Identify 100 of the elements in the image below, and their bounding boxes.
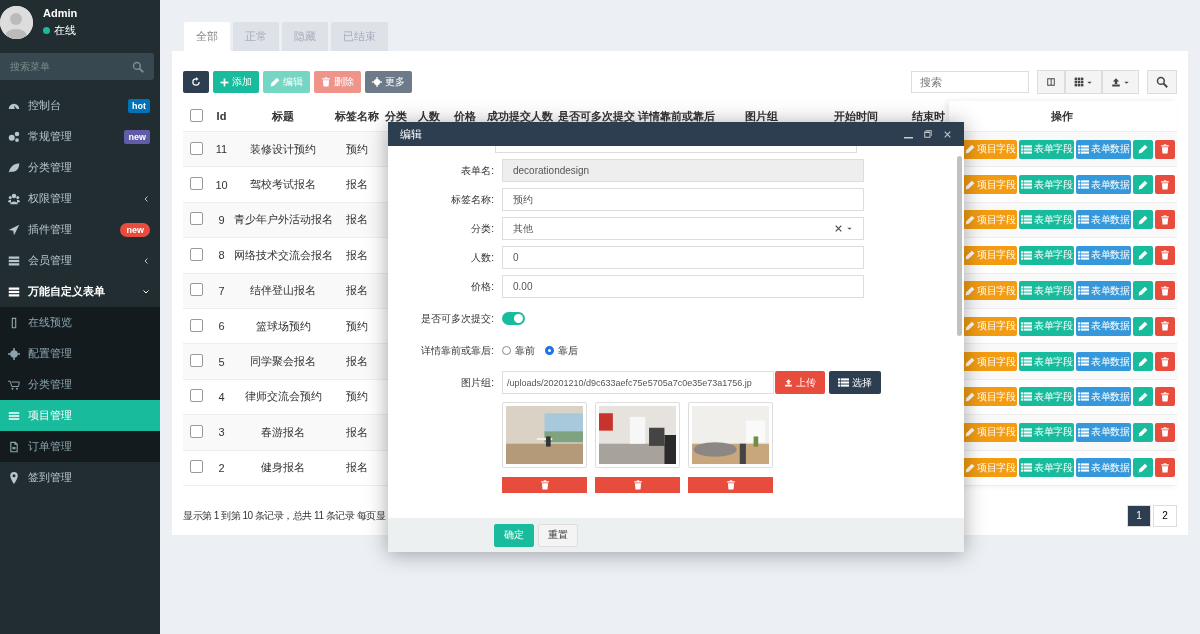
field-label: 详情靠前或靠后: (420, 344, 495, 358)
action-button[interactable]: 项目字段 (963, 422, 1017, 442)
sidebar-subitem[interactable]: 项目管理 (0, 400, 160, 431)
sidebar-item[interactable]: 常规管理 new (0, 121, 160, 152)
confirm-button[interactable]: 确定 (494, 523, 534, 547)
action-button[interactable]: 表单数据 (1076, 139, 1131, 159)
table-cell: 报名 (345, 284, 368, 297)
sidebar-item[interactable]: 分类管理 (0, 152, 160, 183)
upload-button[interactable]: 上传 (775, 371, 825, 394)
tab[interactable]: 全部 (184, 22, 230, 51)
action-button[interactable]: 表单字段 (1019, 458, 1074, 478)
column-header: 标题 (272, 109, 294, 122)
user-status: 在线 (54, 22, 76, 38)
table-cell: 同学聚会报名 (250, 355, 316, 368)
table-cell: 10 (215, 178, 228, 191)
action-button[interactable]: 表单数据 (1076, 422, 1131, 442)
column-header: 人数 (417, 109, 440, 122)
field-label: 价格: (470, 280, 495, 294)
table-cell: 5 (218, 355, 225, 368)
sidebar-item[interactable]: 万能自定义表单 (0, 276, 160, 307)
column-header: 分类 (385, 109, 407, 122)
action-button[interactable]: 表单数据 (1076, 352, 1131, 372)
column-header: 价格 (454, 109, 476, 122)
action-button[interactable]: 项目字段 (963, 316, 1017, 336)
action-button[interactable]: 表单数据 (1076, 245, 1131, 265)
sidebar-item[interactable]: 签到管理 (0, 462, 160, 493)
action-button[interactable]: 表单字段 (1019, 245, 1074, 265)
action-button[interactable]: 项目字段 (963, 245, 1017, 265)
table-cell: 报名 (345, 178, 368, 191)
column-header: 详情靠前或靠后 (637, 109, 715, 122)
reset-button[interactable]: 重置 (538, 523, 578, 547)
table-cell: 9 (218, 213, 225, 226)
more-button[interactable]: 更多 (365, 71, 412, 93)
field-label: 图片组: (460, 376, 495, 390)
action-button[interactable]: 表单数据 (1076, 387, 1131, 407)
action-button[interactable]: 表单数据 (1076, 210, 1131, 230)
sidebar-item[interactable]: 权限管理 (0, 183, 160, 214)
action-button[interactable]: 表单数据 (1076, 316, 1131, 336)
table-cell: 报名 (345, 425, 368, 438)
action-button[interactable]: 表单字段 (1019, 422, 1074, 442)
input-field[interactable]: 0.00 (502, 275, 864, 298)
field-label: 人数: (470, 251, 495, 265)
action-button[interactable]: 表单数据 (1076, 175, 1131, 195)
field-label: 是否可多次提交: (420, 312, 495, 326)
sidebar-item[interactable]: 会员管理 (0, 245, 160, 276)
column-header: Id (216, 110, 227, 122)
table-cell: 11 (215, 143, 228, 156)
add-button[interactable]: 添加 (213, 71, 259, 93)
page-button[interactable]: 1 (1127, 504, 1151, 527)
action-button[interactable]: 项目字段 (963, 175, 1017, 195)
action-button[interactable]: 表单字段 (1019, 352, 1074, 372)
action-button[interactable]: 表单数据 (1076, 458, 1131, 478)
table-cell: 驾校考试报名 (250, 178, 316, 191)
column-header: 开始时间 (834, 109, 878, 122)
sidebar-subitem[interactable]: 订单管理 (0, 431, 160, 462)
table-cell: 报名 (345, 355, 368, 368)
table-cell: 结伴登山报名 (250, 284, 316, 297)
choose-button[interactable]: 选择 (829, 371, 881, 394)
page-button[interactable]: 2 (1153, 504, 1177, 527)
sidebar-item[interactable]: 插件管理 new (0, 214, 160, 245)
action-button[interactable]: 表单字段 (1019, 210, 1074, 230)
action-button[interactable]: 项目字段 (963, 210, 1017, 230)
table-cell: 篮球场预约 (255, 319, 311, 332)
user-name: Admin (43, 6, 78, 19)
input-field[interactable]: /uploads/20201210/d9c633aefc75e5705a7c0e35e73a1756.jp (502, 371, 774, 394)
table-cell: 8 (218, 249, 225, 262)
table-cell: 健身报名 (261, 461, 305, 474)
column-header: 成功提交人数 (487, 109, 553, 122)
sidebar-subitem[interactable]: 分类管理 (0, 369, 160, 400)
input-field[interactable]: 预约 (502, 188, 864, 211)
action-button[interactable]: 表单字段 (1019, 281, 1074, 301)
sidebar-subitem[interactable]: 在线预览 (0, 307, 160, 338)
action-button[interactable]: 表单数据 (1076, 281, 1131, 301)
table-cell: 6 (218, 320, 225, 333)
action-button[interactable]: 表单字段 (1019, 387, 1074, 407)
table-cell: 预约 (345, 390, 368, 403)
column-header: 结束时 (911, 109, 945, 122)
action-button[interactable]: 表单字段 (1019, 139, 1074, 159)
table-cell: 网络技术交流会报名 (234, 248, 333, 261)
action-button[interactable]: 项目字段 (963, 387, 1017, 407)
action-button[interactable]: 项目字段 (963, 281, 1017, 301)
search-field[interactable]: 搜索 (911, 71, 1029, 93)
table-cell: 律师交流会预约 (244, 390, 322, 403)
table-cell: 7 (218, 284, 225, 297)
radio-label: 靠前 (515, 343, 535, 358)
column-header: 标签名称 (334, 109, 379, 122)
sidebar-subitem[interactable]: 配置管理 (0, 338, 160, 369)
action-button[interactable]: 项目字段 (963, 458, 1017, 478)
table-cell: 报名 (345, 248, 368, 261)
badge: new (120, 222, 150, 237)
input-field[interactable]: 0 (502, 246, 864, 269)
sidebar-item[interactable]: 控制台 hot (0, 90, 160, 121)
action-button[interactable]: 表单字段 (1019, 175, 1074, 195)
table-cell: 3 (218, 426, 225, 439)
select-field[interactable]: 其他 (502, 217, 864, 240)
table-cell: 报名 (345, 213, 368, 226)
action-button[interactable]: 表单字段 (1019, 316, 1074, 336)
action-button[interactable]: 项目字段 (963, 139, 1017, 159)
table-cell: 预约 (345, 142, 368, 155)
action-button[interactable]: 项目字段 (963, 352, 1017, 372)
